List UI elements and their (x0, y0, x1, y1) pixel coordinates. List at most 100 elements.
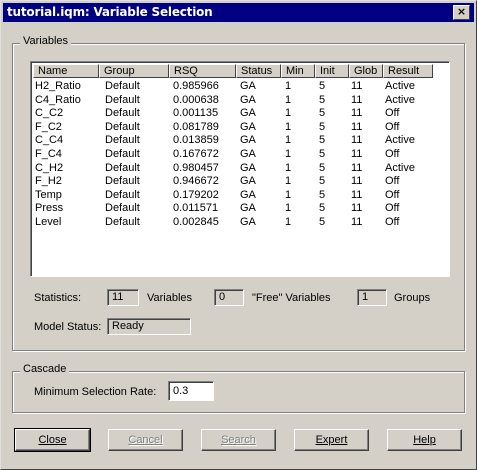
table-row[interactable]: Level Default 0.002845 GA 1 5 11 Off (31, 216, 447, 229)
cell-min: 1 (285, 107, 292, 120)
cell-group: Default (105, 202, 140, 215)
model-status-label: Model Status: (34, 321, 102, 333)
expert-button-label: Expert (315, 434, 348, 446)
column-header-min[interactable]: Min (281, 64, 315, 78)
cell-group: Default (105, 216, 140, 228)
cell-result: Off (385, 148, 400, 160)
column-header-result[interactable]: Result (383, 64, 433, 78)
column-header-rsq[interactable]: RSQ (169, 64, 236, 78)
cell-glob: 11 (351, 188, 363, 201)
cell-rsq: 0.985966 (173, 80, 219, 92)
variables-count-label: Variables (147, 292, 193, 304)
min-selection-rate-input[interactable] (168, 381, 214, 401)
cell-min: 1 (285, 216, 292, 228)
cell-init: 5 (319, 148, 326, 160)
cell-group: Default (105, 188, 140, 201)
cell-group: Default (105, 120, 140, 133)
cell-group: Default (105, 175, 140, 188)
table-row[interactable]: C_C2 Default 0.001135 GA 1 5 11 Off (31, 107, 447, 120)
cell-rsq: 0.179202 (173, 188, 219, 201)
cancel-button-label: Cancel (128, 434, 163, 446)
window-title: tutorial.iqm: Variable Selection (7, 5, 213, 19)
cell-status: GA (240, 216, 256, 228)
table-row[interactable]: F_H2 Default 0.946672 GA 1 5 11 Off (31, 175, 447, 188)
cell-init: 5 (319, 216, 326, 228)
cell-init: 5 (319, 107, 326, 120)
search-button[interactable]: Search (201, 429, 276, 451)
cell-rsq: 0.946672 (173, 175, 219, 188)
cascade-group-label: Cascade (20, 363, 70, 375)
cell-name: C_H2 (35, 161, 64, 174)
variables-group-label: Variables (20, 35, 72, 47)
cell-min: 1 (285, 93, 292, 106)
cell-result: Off (385, 188, 400, 201)
cell-glob: 11 (351, 161, 363, 174)
cell-init: 5 (319, 134, 326, 147)
cell-min: 1 (285, 175, 292, 188)
cell-status: GA (240, 80, 256, 92)
help-button-label: Help (413, 434, 436, 446)
free-variables-label: "Free" Variables (252, 292, 331, 304)
cell-rsq: 0.001135 (173, 107, 219, 120)
column-header-name[interactable]: Name (33, 64, 99, 78)
cell-result: Off (385, 202, 400, 215)
variables-list[interactable]: Name Group RSQ Status Min Init Glob Result H2_R… (30, 61, 450, 277)
cell-name: C_C4 (35, 134, 64, 147)
cell-rsq: 0.002845 (173, 216, 219, 228)
groups-label: Groups (394, 292, 431, 304)
cell-glob: 11 (351, 148, 363, 160)
cell-rsq: 0.980457 (173, 161, 219, 174)
help-button[interactable]: Help (387, 429, 462, 451)
cell-min: 1 (285, 188, 292, 201)
cell-glob: 11 (351, 80, 363, 92)
cell-name: C4_Ratio (35, 93, 81, 106)
statistics-label: Statistics: (34, 292, 82, 304)
cell-status: GA (240, 202, 256, 215)
cell-init: 5 (319, 188, 326, 201)
cancel-button[interactable]: Cancel (108, 429, 183, 451)
column-header-status[interactable]: Status (236, 64, 281, 78)
table-row[interactable]: C4_Ratio Default 0.000638 GA 1 5 11 Active (31, 94, 447, 107)
table-row[interactable]: C_H2 Default 0.980457 GA 1 5 11 Active (31, 162, 447, 175)
cell-glob: 11 (351, 202, 363, 215)
expert-button[interactable]: Expert (294, 429, 369, 451)
cell-rsq: 0.167672 (173, 148, 219, 160)
model-status-value: Ready (107, 318, 191, 335)
cell-group: Default (105, 134, 140, 147)
cell-init: 5 (319, 80, 326, 92)
cell-result: Off (385, 216, 400, 228)
cell-min: 1 (285, 120, 292, 133)
cell-rsq: 0.081789 (173, 120, 219, 133)
cell-group: Default (105, 93, 140, 106)
table-row[interactable]: H2_Ratio Default 0.985966 GA 1 5 11 Active (31, 80, 447, 93)
table-row[interactable]: F_C4 Default 0.167672 GA 1 5 11 Off (31, 148, 447, 161)
cell-glob: 11 (351, 107, 363, 120)
cell-status: GA (240, 188, 256, 201)
cell-name: H2_Ratio (35, 80, 81, 92)
table-row[interactable]: Press Default 0.011571 GA 1 5 11 Off (31, 202, 447, 215)
table-row[interactable]: F_C2 Default 0.081789 GA 1 5 11 Off (31, 121, 447, 134)
cell-result: Active (385, 93, 415, 106)
cell-glob: 11 (351, 93, 363, 106)
cell-init: 5 (319, 120, 326, 133)
cell-rsq: 0.000638 (173, 93, 219, 106)
table-row[interactable]: C_C4 Default 0.013859 GA 1 5 11 Active (31, 134, 447, 147)
close-button[interactable]: Close (14, 428, 91, 452)
table-row[interactable]: Temp Default 0.179202 GA 1 5 11 Off (31, 189, 447, 202)
close-window-icon[interactable]: × (453, 5, 470, 20)
cell-name: Level (35, 216, 62, 228)
cell-name: F_H2 (35, 175, 62, 188)
cell-glob: 11 (351, 216, 363, 228)
cell-rsq: 0.011571 (173, 202, 219, 215)
cell-result: Off (385, 120, 400, 133)
variables-count: 11 (107, 289, 139, 306)
groups-count: 1 (357, 289, 387, 306)
cell-glob: 11 (351, 134, 363, 147)
column-header-glob[interactable]: Glob (349, 64, 383, 78)
column-header-init[interactable]: Init (315, 64, 349, 78)
cell-status: GA (240, 93, 256, 106)
column-header-group[interactable]: Group (99, 64, 169, 78)
cell-min: 1 (285, 134, 292, 147)
cell-rsq: 0.013859 (173, 134, 219, 147)
title-bar[interactable]: tutorial.iqm: Variable Selection × (3, 3, 474, 22)
